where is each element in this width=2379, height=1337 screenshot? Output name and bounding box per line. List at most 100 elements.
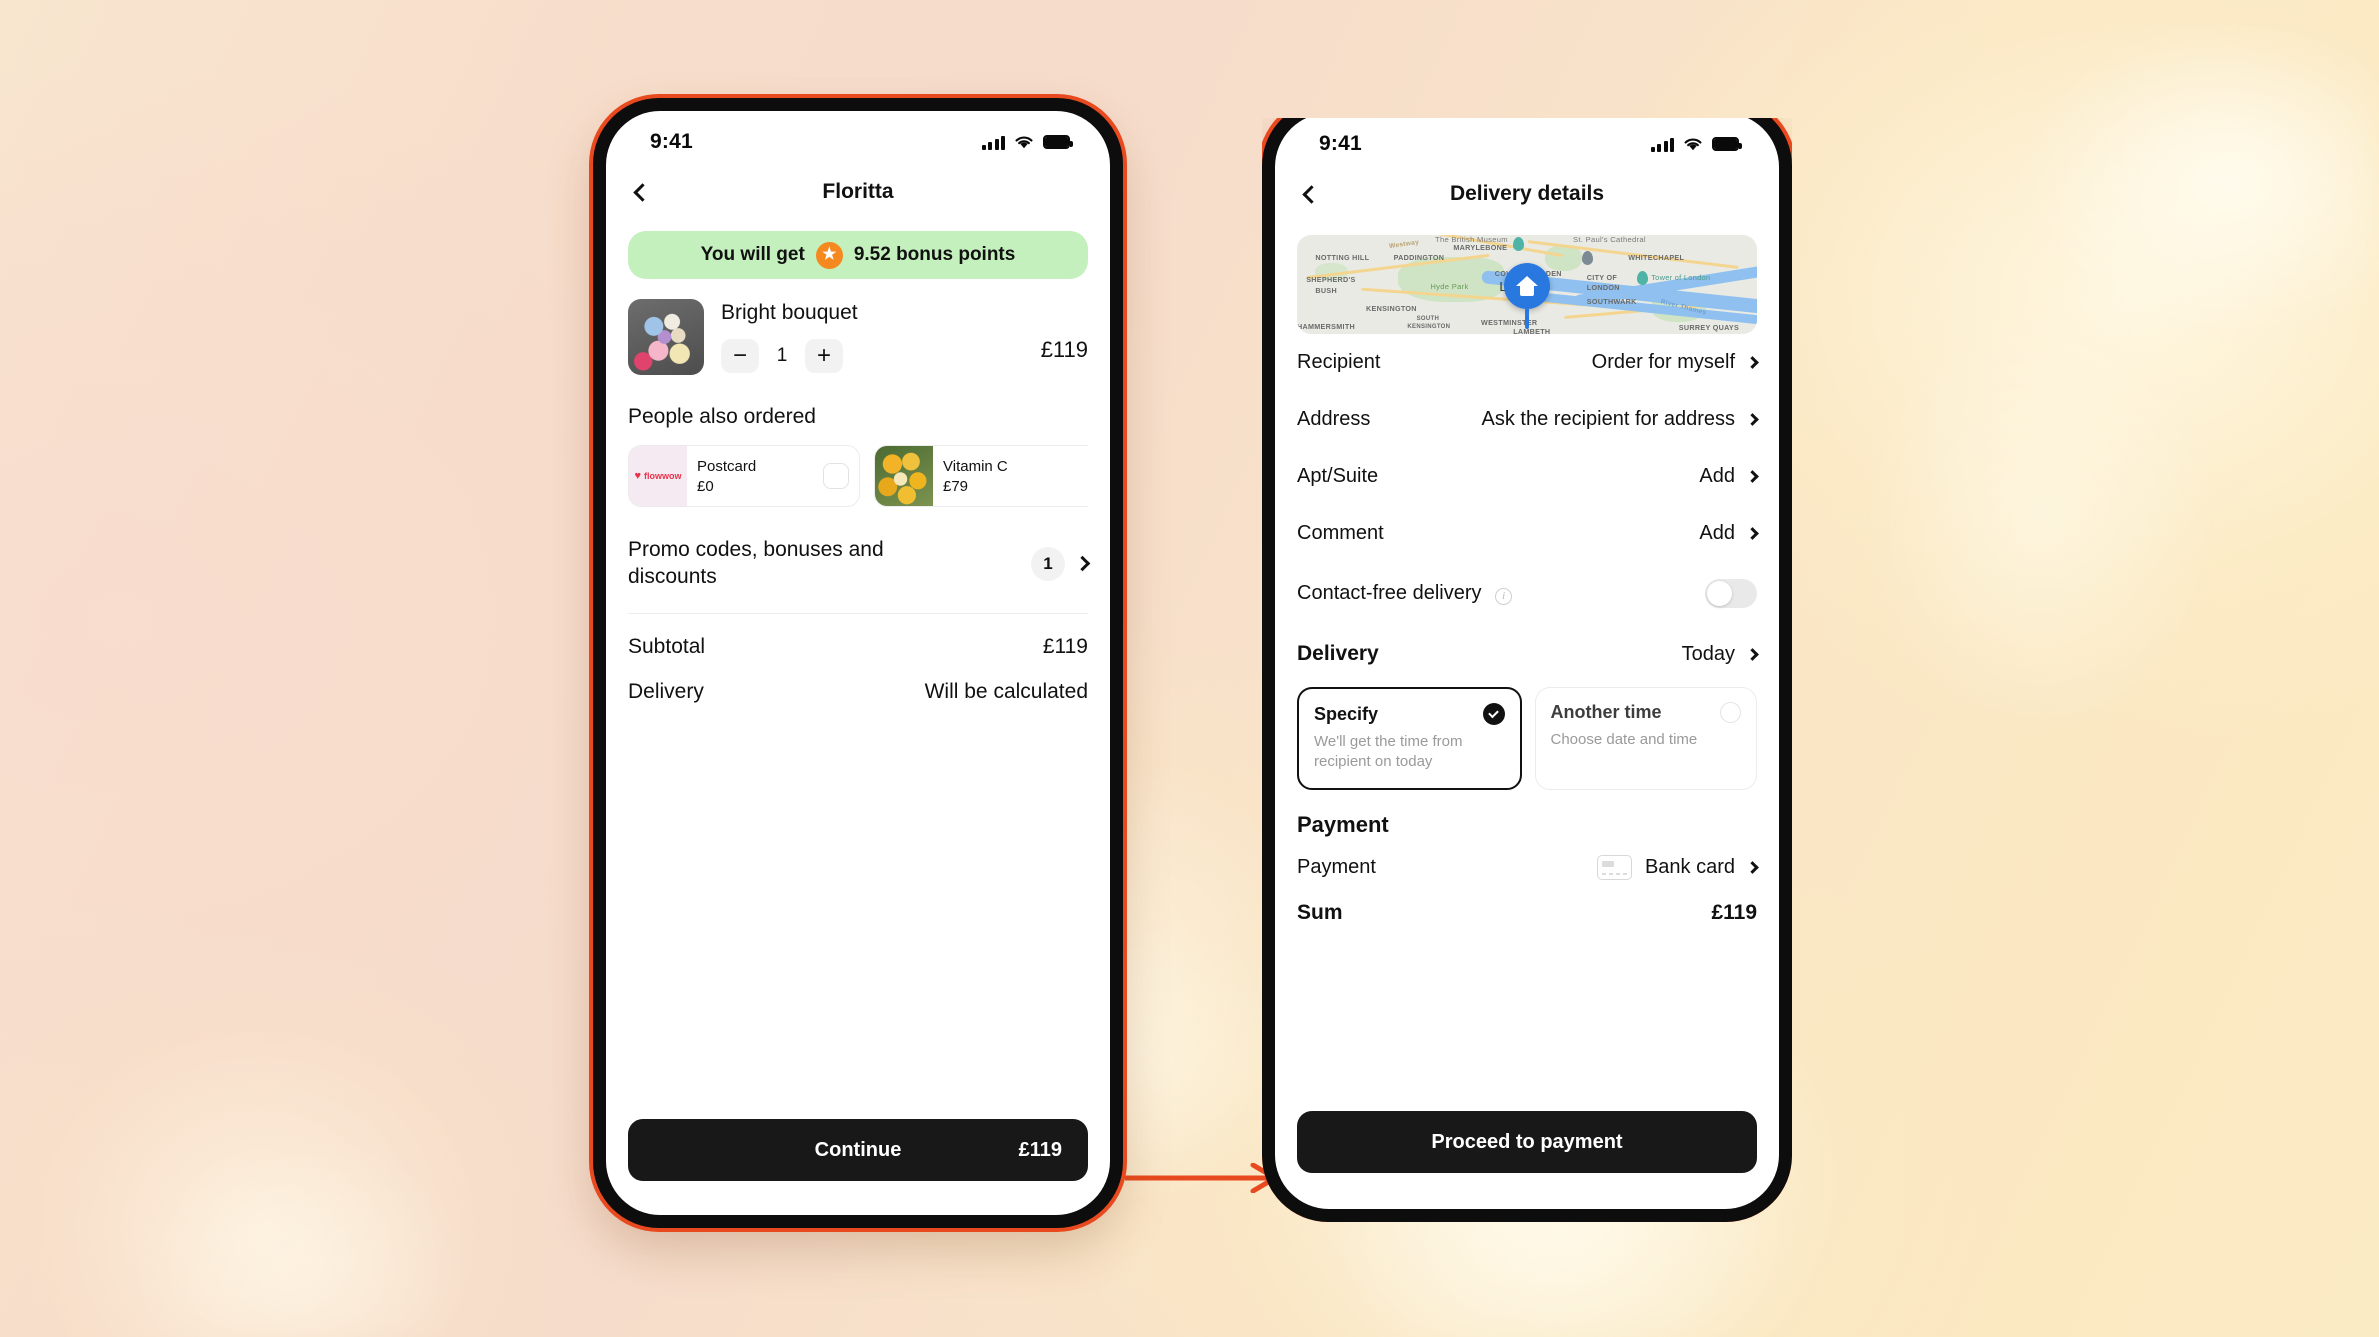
cart-item-row: Bright bouquet − 1 + £119 (628, 299, 1088, 375)
delivery-option-title: Specify (1314, 703, 1379, 724)
comment-value: Add (1699, 522, 1735, 544)
payment-method-value: Bank card (1644, 855, 1735, 878)
promo-codes-label: Promo codes, bonuses and discounts (628, 538, 884, 588)
contact-free-delivery-toggle[interactable] (1705, 579, 1757, 608)
map-label: BUSH (1315, 286, 1337, 296)
apt-suite-label: Apt/Suite (1297, 465, 1379, 487)
subtotal-value: £119 (1042, 635, 1088, 659)
delivery-cost-value: Will be calculated (924, 680, 1088, 704)
recipient-value: Order for myself (1591, 351, 1735, 373)
phone-left: 9:41 Floritta You will get ★ 9.52 bonus … (593, 98, 1123, 1228)
delivery-option-specify[interactable]: Specify We'll get the time from recipien… (1297, 687, 1522, 790)
delivery-time-options: Specify We'll get the time from recipien… (1297, 687, 1757, 790)
chevron-right-icon (1746, 470, 1759, 483)
page-title: Floritta (822, 180, 894, 203)
recommendation-checkbox[interactable] (823, 463, 849, 489)
star-badge-icon: ★ (815, 241, 843, 269)
recommendations-title: People also ordered (628, 405, 816, 428)
vitamin-c-bouquet-thumbnail (875, 446, 933, 506)
delivery-map[interactable]: NOTTING HILL PADDINGTON MARYLEBONE The B… (1297, 235, 1757, 334)
payment-method-row[interactable]: Payment Bank card (1297, 838, 1759, 897)
promo-codes-row[interactable]: Promo codes, bonuses and discounts 1 (628, 537, 1091, 591)
bonus-points-value: 9.52 bonus points (853, 244, 1016, 265)
heart-icon: ♥ (634, 469, 642, 482)
quantity-value: 1 (776, 345, 788, 366)
apt-suite-value: Add (1699, 465, 1735, 487)
contact-free-delivery-label: Contact-free delivery i (1297, 582, 1513, 605)
home-pin-icon (1504, 262, 1550, 309)
bright-bouquet-thumbnail (628, 299, 704, 375)
recipient-right: Order for myself (1591, 351, 1759, 374)
cellular-bars-icon (981, 135, 1005, 150)
promo-count-badge: 1 (1031, 546, 1065, 581)
radio-empty-icon (1720, 702, 1741, 723)
status-bar-icons (981, 135, 1073, 150)
screen-delivery-details: 9:41 Delivery details NOTTING HILL PADDI… (1275, 118, 1779, 1209)
map-label: Westway (1388, 238, 1420, 251)
proceed-to-payment-button[interactable]: Proceed to payment (1297, 1111, 1757, 1173)
delivery-option-head: Specify (1314, 703, 1505, 725)
comment-right: Add (1699, 522, 1759, 545)
divider (628, 612, 1088, 615)
delivery-date-value: Today (1681, 642, 1735, 665)
apt-suite-right: Add (1699, 465, 1759, 488)
recipient-row[interactable]: Recipient Order for myself (1297, 334, 1759, 391)
toggle-knob (1707, 581, 1732, 606)
delivery-cost-row: Delivery Will be calculated (628, 680, 1088, 704)
map-label: HAMMERSMITH (1297, 322, 1355, 332)
screen-cart: 9:41 Floritta You will get ★ 9.52 bonus … (606, 111, 1110, 1215)
status-bar-icons (1650, 137, 1742, 152)
comment-row[interactable]: Comment Add (1297, 505, 1759, 562)
map-label: The British Museum (1435, 235, 1508, 244)
cart-item-info: Bright bouquet − 1 + (721, 299, 1024, 373)
arrow-right-icon (1125, 1163, 1278, 1193)
recipient-label: Recipient (1297, 351, 1381, 373)
continue-button-label: Continue (814, 1138, 902, 1161)
recommendation-card-vitamin-c[interactable]: Vitamin C £79 (874, 445, 1088, 507)
delivery-option-another-time[interactable]: Another time Choose date and time (1534, 687, 1757, 790)
delivery-option-head: Another time (1551, 702, 1741, 723)
back-button[interactable] (622, 172, 662, 212)
back-button[interactable] (1291, 174, 1331, 214)
sum-label: Sum (1297, 900, 1343, 924)
comment-label: Comment (1297, 522, 1384, 544)
quantity-stepper: − 1 + (721, 339, 1024, 373)
map-poi-pin (1513, 236, 1525, 251)
chevron-right-icon (1746, 860, 1759, 874)
info-icon[interactable]: i (1495, 587, 1513, 605)
chevron-right-icon (1746, 413, 1759, 426)
page-title: Delivery details (1449, 182, 1605, 205)
address-right: Ask the recipient for address (1482, 408, 1759, 431)
chevron-right-icon (1074, 556, 1091, 572)
postcard-thumbnail: ♥ flowwow (629, 446, 687, 506)
map-label: Hyde Park (1430, 281, 1469, 291)
payment-method-right: Bank card (1596, 854, 1759, 880)
recommendations-carousel[interactable]: ♥ flowwow Postcard £0 Vitamin C £79 (628, 445, 1088, 507)
map-label: LAMBETH (1513, 327, 1551, 334)
nav-bar: Floritta (606, 165, 1110, 219)
bonus-points-banner: You will get ★ 9.52 bonus points (628, 231, 1088, 279)
recommendation-body: Vitamin C £79 (933, 446, 1088, 506)
sum-value: £119 (1711, 900, 1757, 924)
cellular-bars-icon (1650, 137, 1674, 152)
map-label: St. Paul's Cathedral (1573, 235, 1646, 244)
delivery-body: NOTTING HILL PADDINGTON MARYLEBONE The B… (1275, 221, 1779, 942)
map-poi-pin (1582, 250, 1594, 265)
flowwow-logo-text: flowwow (644, 471, 682, 481)
recommendation-card-postcard[interactable]: ♥ flowwow Postcard £0 (628, 445, 860, 507)
recommendation-name: Vitamin C (943, 457, 1008, 475)
recommendation-body: Postcard £0 (687, 446, 823, 506)
delivery-option-subtitle: Choose date and time (1550, 731, 1698, 748)
increase-quantity-button[interactable]: + (805, 339, 843, 373)
decrease-quantity-button[interactable]: − (721, 339, 759, 373)
wifi-icon (1684, 137, 1702, 150)
contact-free-delivery-row: Contact-free delivery i (1297, 562, 1757, 625)
continue-button[interactable]: Continue £119 (628, 1119, 1088, 1181)
contact-free-delivery-text: Contact-free delivery (1297, 582, 1482, 604)
delivery-date-row[interactable]: Delivery Today (1297, 625, 1759, 683)
address-row[interactable]: Address Ask the recipient for address (1297, 391, 1759, 448)
delivery-cost-label: Delivery (628, 680, 704, 704)
apt-suite-row[interactable]: Apt/Suite Add (1297, 448, 1759, 505)
map-label: KENSINGTON (1366, 304, 1417, 314)
chevron-left-icon (1301, 184, 1321, 204)
